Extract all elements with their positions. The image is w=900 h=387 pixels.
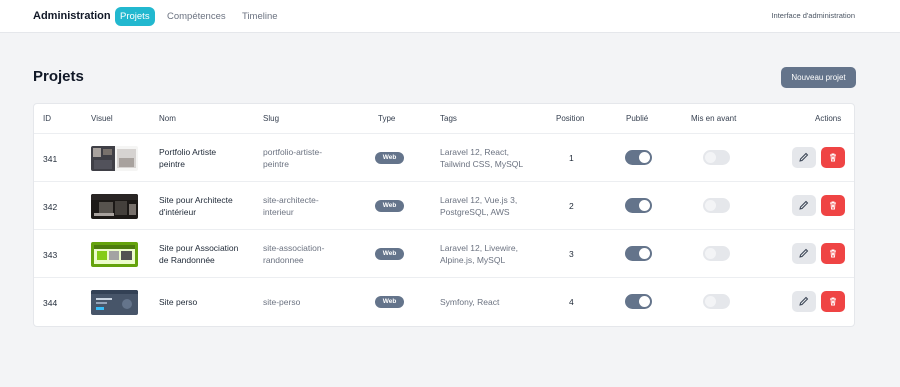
table-row: 343 Site pour Association de Randonnée s… [34, 229, 854, 277]
row-name-line2: peintre [159, 159, 185, 169]
row-slug-line1: site-architecte- [263, 195, 319, 205]
row-id: 341 [43, 154, 58, 164]
pencil-icon [799, 152, 809, 162]
nav-link-projets[interactable]: Projets [115, 7, 155, 26]
delete-button[interactable] [821, 147, 845, 168]
header-publie: Publié [626, 114, 649, 123]
featured-toggle[interactable] [703, 198, 730, 213]
table-row: 341 Portfolio Artiste peintre portfolio-… [34, 133, 854, 181]
featured-toggle[interactable] [703, 246, 730, 261]
header-actions: Actions [815, 114, 842, 123]
type-badge: Web [375, 248, 404, 260]
header-slug: Slug [263, 114, 280, 123]
row-slug-line1: portfolio-artiste- [263, 147, 323, 157]
row-slug-line2: randonnee [263, 255, 304, 265]
published-toggle[interactable] [625, 246, 652, 261]
row-name: Site perso [159, 297, 198, 307]
row-id: 343 [43, 250, 58, 260]
edit-button[interactable] [792, 291, 816, 312]
type-badge: Web [375, 200, 404, 212]
type-badge: Web [375, 296, 404, 308]
published-toggle[interactable] [625, 294, 652, 309]
pencil-icon [799, 296, 809, 306]
edit-button[interactable] [792, 147, 816, 168]
delete-button[interactable] [821, 195, 845, 216]
brand-title[interactable]: Administration [33, 10, 111, 22]
header-mis-en-avant: Mis en avant [691, 114, 737, 123]
project-thumbnail [91, 242, 138, 267]
header-nom: Nom [159, 114, 176, 123]
type-badge: Web [375, 152, 404, 164]
toggle-knob [705, 296, 716, 307]
row-id: 344 [43, 298, 58, 308]
published-toggle[interactable] [625, 198, 652, 213]
project-thumbnail [91, 290, 138, 315]
toggle-knob [639, 200, 650, 211]
delete-button[interactable] [821, 291, 845, 312]
row-slug-line2: peintre [263, 159, 289, 169]
published-toggle[interactable] [625, 150, 652, 165]
row-slug-line1: site-association- [263, 243, 325, 253]
row-position: 3 [569, 249, 574, 259]
row-slug-line2: interieur [263, 207, 294, 217]
row-tags-line2: PostgreSQL, AWS [440, 207, 510, 217]
trash-icon [830, 297, 836, 306]
row-tags-line1: Laravel 12, React, [440, 147, 509, 157]
top-navbar: Administration Projets Compétences Timel… [0, 0, 900, 33]
featured-toggle[interactable] [703, 294, 730, 309]
header-type: Type [378, 114, 396, 123]
featured-toggle[interactable] [703, 150, 730, 165]
row-name-line2: d'intérieur [159, 207, 197, 217]
header-visuel: Visuel [91, 114, 113, 123]
new-project-button[interactable]: Nouveau projet [781, 67, 856, 88]
pencil-icon [799, 200, 809, 210]
row-position: 4 [569, 297, 574, 307]
row-position: 1 [569, 153, 574, 163]
project-thumbnail [91, 146, 138, 171]
nav-link-competences[interactable]: Compétences [162, 7, 231, 26]
trash-icon [830, 201, 836, 210]
row-name-line1: Portfolio Artiste [159, 147, 217, 157]
toggle-knob [705, 248, 716, 259]
header-id: ID [43, 114, 51, 123]
row-name-line2: de Randonnée [159, 255, 215, 265]
projects-table: ID Visuel Nom Slug Type Tags Position Pu… [33, 103, 855, 327]
toggle-knob [639, 152, 650, 163]
row-position: 2 [569, 201, 574, 211]
row-id: 342 [43, 202, 58, 212]
edit-button[interactable] [792, 195, 816, 216]
toggle-knob [639, 296, 650, 307]
admin-interface-label: Interface d'administration [771, 11, 855, 20]
table-row: 344 Site perso site-perso Web Symfony, R… [34, 277, 854, 325]
toggle-knob [705, 200, 716, 211]
trash-icon [830, 153, 836, 162]
row-slug: site-perso [263, 297, 301, 307]
table-row: 342 Site pour Architecte d'intérieur sit… [34, 181, 854, 229]
edit-button[interactable] [792, 243, 816, 264]
row-tags-line1: Laravel 12, Vue.js 3, [440, 195, 518, 205]
row-name-line1: Site pour Association [159, 243, 239, 253]
row-tags-line2: Alpine.js, MySQL [440, 255, 506, 265]
delete-button[interactable] [821, 243, 845, 264]
row-tags-line1: Laravel 12, Livewire, [440, 243, 518, 253]
page-title: Projets [33, 68, 84, 85]
row-tags: Symfony, React [440, 297, 500, 307]
pencil-icon [799, 248, 809, 258]
trash-icon [830, 249, 836, 258]
nav-link-timeline[interactable]: Timeline [237, 7, 283, 26]
toggle-knob [705, 152, 716, 163]
row-tags-line2: Tailwind CSS, MySQL [440, 159, 524, 169]
row-name-line1: Site pour Architecte [159, 195, 233, 205]
project-thumbnail [91, 194, 138, 219]
header-position: Position [556, 114, 585, 123]
toggle-knob [639, 248, 650, 259]
header-tags: Tags [440, 114, 457, 123]
